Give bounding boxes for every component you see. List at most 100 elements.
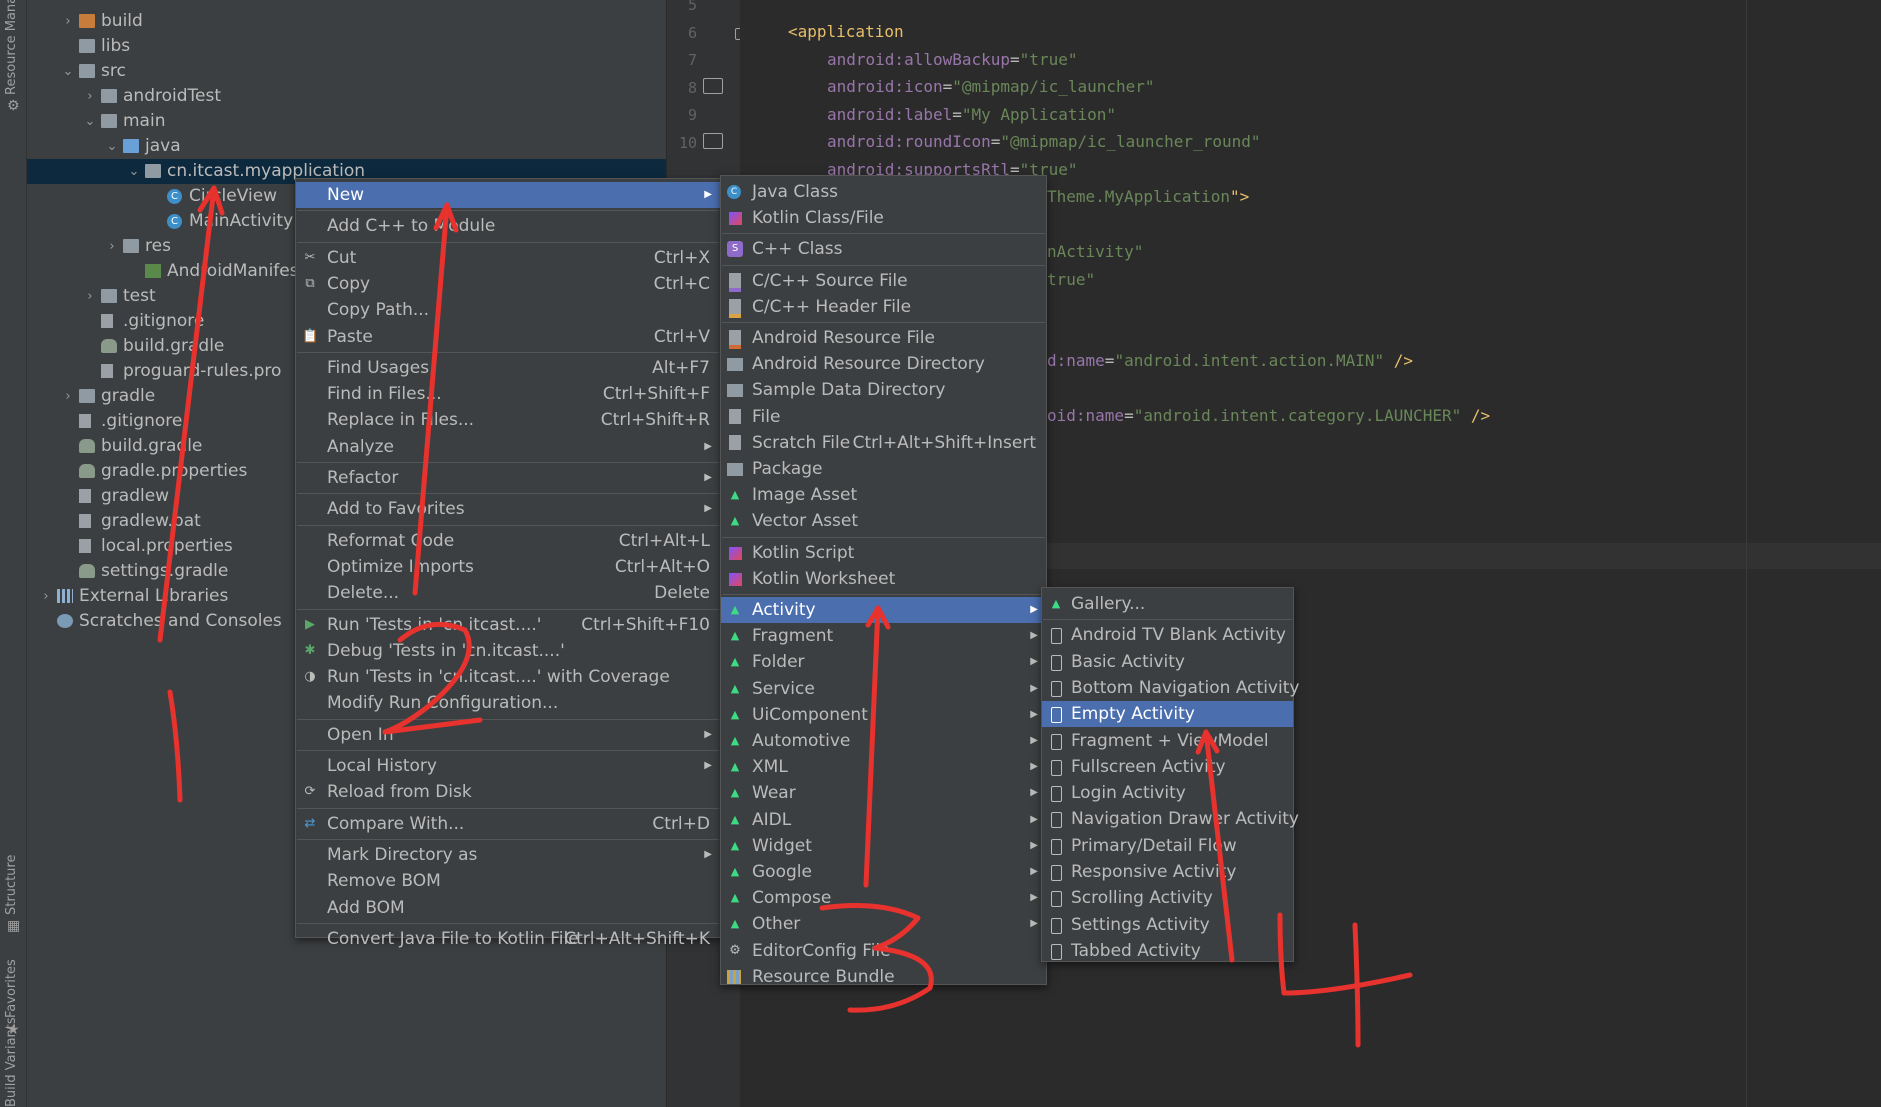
new_menu-item-android-resource-file[interactable]: Android Resource File	[721, 325, 1046, 351]
new_menu-item-kotlin-worksheet[interactable]: Kotlin Worksheet	[721, 566, 1046, 592]
new_menu-item-package[interactable]: Package	[721, 456, 1046, 482]
new_menu-item-android-resource-directory[interactable]: Android Resource Directory	[721, 351, 1046, 377]
context_menu-item-run-tests-in-cn-itcast-with-coverage[interactable]: ◑ Run 'Tests in 'cn.itcast....' with Cove…	[296, 664, 720, 690]
activity_menu-item-gallery[interactable]: ▲ Gallery...	[1042, 591, 1293, 617]
activity_menu-item-responsive-activity[interactable]: Responsive Activity	[1042, 859, 1293, 885]
activity_menu-item-fullscreen-activity[interactable]: Fullscreen Activity	[1042, 754, 1293, 780]
menu-item-label: Fragment	[752, 626, 834, 647]
new_menu-item-folder[interactable]: ▲ Folder ▶	[721, 649, 1046, 675]
activity_menu-item-primary-detail-flow[interactable]: Primary/Detail Flow	[1042, 833, 1293, 859]
chevron-down-icon[interactable]: ⌄	[105, 134, 119, 159]
new_menu-item-scratch-file[interactable]: Scratch File Ctrl+Alt+Shift+Insert	[721, 430, 1046, 456]
context_menu-item-modify-run-configuration[interactable]: Modify Run Configuration...	[296, 690, 720, 716]
new_menu-item-widget[interactable]: ▲ Widget ▶	[721, 833, 1046, 859]
new_menu-item-editorconfig-file[interactable]: ⚙ EditorConfig File	[721, 938, 1046, 964]
context_menu-item-local-history[interactable]: Local History ▶	[296, 753, 720, 779]
menu-item-label: Refactor	[327, 468, 399, 488]
context_menu-item-add-c-to-module[interactable]: Add C++ to Module	[296, 213, 720, 239]
context_menu-item-paste[interactable]: 📋 Paste Ctrl+V	[296, 324, 720, 350]
activity_menu-item-navigation-drawer-activity[interactable]: Navigation Drawer Activity	[1042, 806, 1299, 832]
new_menu-item-c-c-source-file[interactable]: C/C++ Source File	[721, 268, 1046, 294]
new_menu-item-compose[interactable]: ▲ Compose ▶	[721, 885, 1046, 911]
new_menu-item-resource-bundle[interactable]: Resource Bundle	[721, 964, 1046, 990]
activity_menu-item-tabbed-activity[interactable]: Tabbed Activity	[1042, 938, 1293, 964]
context_menu-item-debug-tests-in-cn-itcast[interactable]: ✱ Debug 'Tests in 'cn.itcast....'	[296, 638, 720, 664]
tree-row-build[interactable]: › build	[27, 9, 666, 34]
tree-row-src[interactable]: ⌄ src	[27, 59, 666, 84]
new_menu-item-kotlin-class-file[interactable]: Kotlin Class/File	[721, 205, 1046, 231]
submenu-arrow-icon: ▶	[1030, 630, 1038, 642]
activity_menu-item-fragment-viewmodel[interactable]: Fragment + ViewModel	[1042, 728, 1293, 754]
gradle-icon	[79, 564, 95, 578]
context_menu-item-optimize-imports[interactable]: Optimize Imports Ctrl+Alt+O	[296, 554, 720, 580]
resource-manager-tab[interactable]: Resource Manager	[4, 0, 19, 95]
new_menu-item-java-class[interactable]: C Java Class	[721, 179, 1046, 205]
code-line: <application	[788, 22, 904, 41]
tree-row-java[interactable]: ⌄ java	[27, 134, 666, 159]
context_menu-item-mark-directory-as[interactable]: Mark Directory as ▶	[296, 842, 720, 868]
tree-row-main[interactable]: ⌄ main	[27, 109, 666, 134]
activity_menu-item-bottom-navigation-activity[interactable]: Bottom Navigation Activity	[1042, 675, 1299, 701]
chevron-down-icon[interactable]: ⌄	[127, 159, 141, 184]
context_menu-item-replace-in-files[interactable]: Replace in Files... Ctrl+Shift+R	[296, 407, 720, 433]
context_menu-item-find-in-files[interactable]: Find in Files... Ctrl+Shift+F	[296, 381, 720, 407]
activity_menu-item-android-tv-blank-activity[interactable]: Android TV Blank Activity	[1042, 622, 1293, 648]
activity_menu-item-scrolling-activity[interactable]: Scrolling Activity	[1042, 885, 1293, 911]
new_menu-item-image-asset[interactable]: ▲ Image Asset	[721, 482, 1046, 508]
context_menu-item-find-usages[interactable]: Find Usages Alt+F7	[296, 355, 720, 381]
chevron-down-icon[interactable]: ⌄	[83, 109, 97, 134]
context_menu-item-reformat-code[interactable]: Reformat Code Ctrl+Alt+L	[296, 528, 720, 554]
new_menu-item-other[interactable]: ▲ Other ▶	[721, 911, 1046, 937]
activity_menu-item-settings-activity[interactable]: Settings Activity	[1042, 912, 1293, 938]
context_menu-item-add-bom[interactable]: Add BOM	[296, 895, 720, 921]
new_menu-item-service[interactable]: ▲ Service ▶	[721, 676, 1046, 702]
chevron-right-icon[interactable]: ›	[83, 84, 97, 109]
chevron-right-icon[interactable]: ›	[61, 384, 75, 409]
context_menu-item-remove-bom[interactable]: Remove BOM	[296, 868, 720, 894]
context_menu-item-cut[interactable]: ✂ Cut Ctrl+X	[296, 245, 720, 271]
file-icon	[79, 539, 91, 553]
new_menu-item-kotlin-script[interactable]: Kotlin Script	[721, 540, 1046, 566]
new_menu-item-sample-data-directory[interactable]: Sample Data Directory	[721, 377, 1046, 403]
chevron-down-icon[interactable]: ⌄	[61, 59, 75, 84]
new_menu-item-uicomponent[interactable]: ▲ UiComponent ▶	[721, 702, 1046, 728]
tree-row-libs[interactable]: libs	[27, 34, 666, 59]
context_menu-item-open-in[interactable]: Open In ▶	[296, 722, 720, 748]
new_menu-item-automotive[interactable]: ▲ Automotive ▶	[721, 728, 1046, 754]
structure-tab[interactable]: Structure	[4, 855, 19, 915]
new_menu-item-google[interactable]: ▲ Google ▶	[721, 859, 1046, 885]
tree-row-androidtest[interactable]: › androidTest	[27, 84, 666, 109]
new_menu-item-aidl[interactable]: ▲ AIDL ▶	[721, 807, 1046, 833]
context_menu-item-reload-from-disk[interactable]: ⟳ Reload from Disk	[296, 779, 720, 805]
build-variants-tab[interactable]: Build Variants	[4, 1017, 19, 1107]
activity_menu-item-login-activity[interactable]: Login Activity	[1042, 780, 1293, 806]
new_menu-item-fragment[interactable]: ▲ Fragment ▶	[721, 623, 1046, 649]
context_menu-item-convert-java-file-to-kotlin-file[interactable]: Convert Java File to Kotlin File Ctrl+Alt…	[296, 926, 720, 952]
context_menu-item-refactor[interactable]: Refactor ▶	[296, 465, 720, 491]
new_menu-item-activity[interactable]: ▲ Activity ▶	[721, 597, 1046, 623]
context_menu-item-copy[interactable]: ⧉ Copy Ctrl+C	[296, 271, 720, 297]
context_menu-item-analyze[interactable]: Analyze ▶	[296, 434, 720, 460]
context_menu-item-add-to-favorites[interactable]: Add to Favorites ▶	[296, 496, 720, 522]
new_menu-item-file[interactable]: File	[721, 404, 1046, 430]
structure-icon: ▦	[7, 918, 21, 934]
new_menu-item-xml[interactable]: ▲ XML ▶	[721, 754, 1046, 780]
new_menu-item-c-class[interactable]: S C++ Class	[721, 236, 1046, 262]
menu-item-label: Compose	[752, 888, 832, 909]
activity_menu-item-basic-activity[interactable]: Basic Activity	[1042, 649, 1293, 675]
context_menu-item-copy-path[interactable]: Copy Path...	[296, 297, 720, 323]
chevron-right-icon[interactable]: ›	[105, 234, 119, 259]
new_menu-item-wear[interactable]: ▲ Wear ▶	[721, 780, 1046, 806]
context_menu-item-run-tests-in-cn-itcast[interactable]: ▶ Run 'Tests in 'cn.itcast....' Ctrl+Shift…	[296, 612, 720, 638]
activity_menu-item-empty-activity[interactable]: Empty Activity	[1042, 701, 1293, 728]
code-fragment: oid:name="android.intent.category.LAUNCH…	[1047, 406, 1490, 425]
new_menu-item-vector-asset[interactable]: ▲ Vector Asset	[721, 508, 1046, 534]
favorites-tab[interactable]: Favorites	[4, 959, 19, 1018]
context_menu-item-delete[interactable]: Delete... Delete	[296, 580, 720, 606]
chevron-right-icon[interactable]: ›	[61, 9, 75, 34]
new_menu-item-c-c-header-file[interactable]: C/C++ Header File	[721, 294, 1046, 320]
chevron-right-icon[interactable]: ›	[83, 284, 97, 309]
context_menu-item-compare-with[interactable]: ⇄ Compare With... Ctrl+D	[296, 811, 720, 837]
context_menu-item-new[interactable]: New ▶	[296, 182, 720, 208]
chevron-right-icon[interactable]: ›	[39, 584, 53, 609]
